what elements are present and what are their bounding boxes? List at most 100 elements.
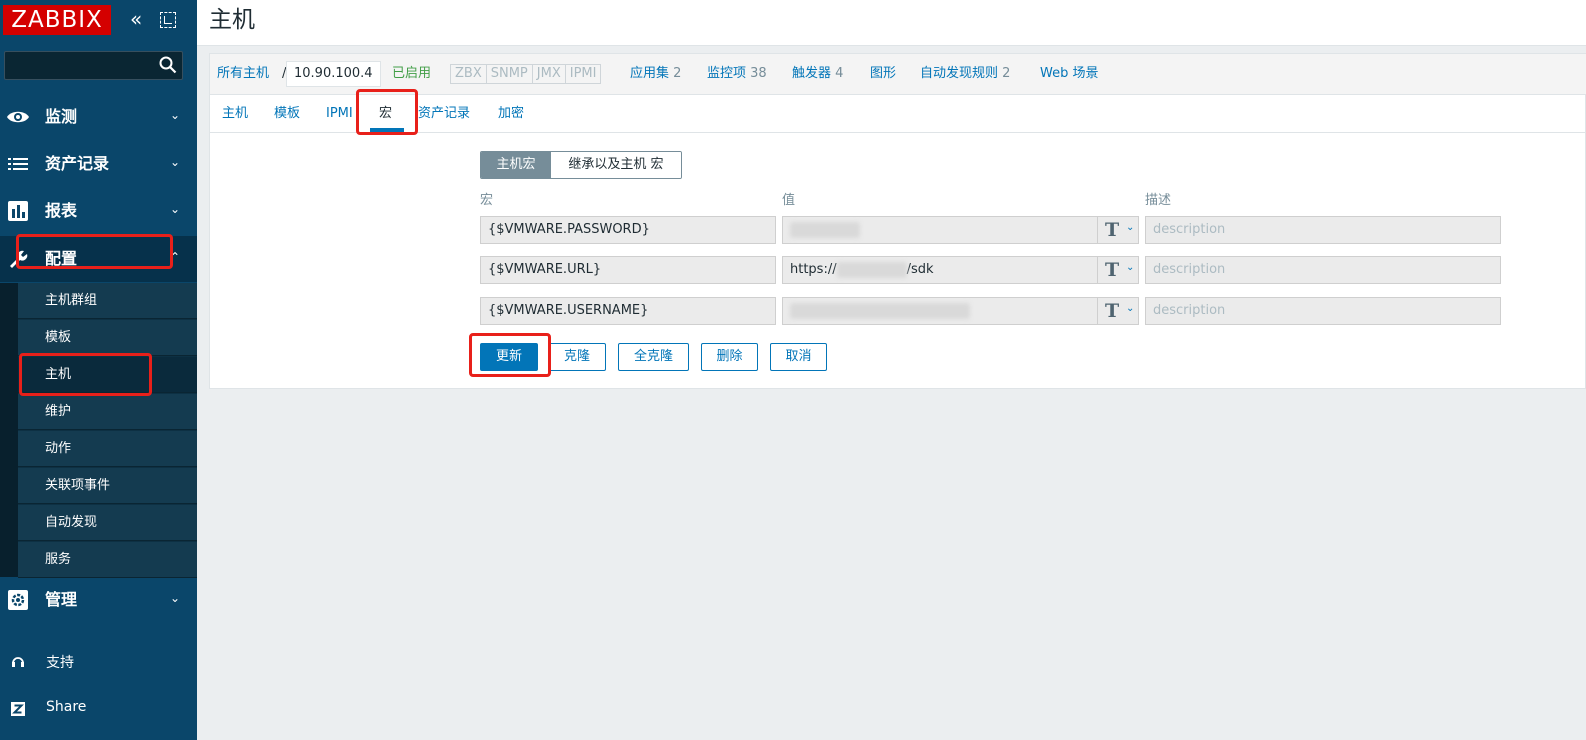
nav-reports[interactable]: 报表 ⌄ [0,188,197,234]
link-graphs[interactable]: 图形 [870,65,896,83]
macro-value-input[interactable] [782,297,1099,325]
link-label: 应用集 [630,66,670,81]
nav-administration[interactable]: 管理 ⌄ [0,577,197,623]
tab-bar: 主机 模板 IPMI 宏 资产记录 加密 [210,95,1586,133]
macro-description-input[interactable]: description [1145,297,1501,325]
sidebar-item-discovery[interactable]: 自动发现 [18,505,197,541]
tab-macros[interactable]: 宏 [379,105,392,123]
sidebar-item-actions[interactable]: 动作 [18,431,197,467]
value-text: /sdk [906,262,934,277]
tab-encryption[interactable]: 加密 [498,105,524,123]
sidebar-item-label: 主机群组 [45,293,98,308]
chevron-down-icon: ⌄ [1126,303,1135,314]
count: 4 [835,66,844,81]
chevron-down-icon: ⌄ [170,202,181,216]
toggle-inherited-macros[interactable]: 继承以及主机 宏 [551,152,681,178]
link-triggers[interactable]: 触发器 4 [792,65,843,83]
list-icon [8,158,28,170]
nav-share-label: Share [46,699,87,715]
clone-button[interactable]: 克隆 [548,343,606,371]
sidebar-item-label: 关联项事件 [45,478,111,493]
logo-row: ZABBIX « [0,0,197,44]
tab-inventory[interactable]: 资产记录 [418,105,470,123]
count: 38 [750,66,767,81]
link-label: 自动发现规则 [920,66,999,81]
count: 2 [673,66,682,81]
sidebar-item-maintenance[interactable]: 维护 [18,394,197,430]
macro-name-input[interactable]: {$VMWARE.URL} [480,256,776,284]
nav-monitoring-label: 监测 [45,107,78,126]
toggle-host-macros[interactable]: 主机宏 [481,152,551,178]
sidebar-item-templates[interactable]: 模板 [18,320,197,356]
bar-chart-icon [8,201,28,221]
sidebar-item-hosts[interactable]: 主机 [18,357,197,393]
column-header-value: 值 [782,193,796,208]
nav-monitoring[interactable]: 监测 ⌄ [0,94,197,140]
zabbix-logo[interactable]: ZABBIX [3,5,111,35]
chevron-down-icon: ⌄ [170,591,181,605]
redacted-value [790,302,970,319]
macro-description-input[interactable]: description [1145,256,1501,284]
host-form-card: 所有主机 / 10.90.100.4 已启用 ZBX SNMP JMX IPMI… [209,53,1586,389]
share-z-icon [11,702,25,716]
macro-name-input[interactable]: {$VMWARE.PASSWORD} [480,216,776,244]
chevron-down-icon: ⌄ [170,155,181,169]
sidebar-item-services[interactable]: 服务 [18,542,197,578]
nav-configuration-label: 配置 [45,249,78,268]
count: 2 [1002,66,1011,81]
cancel-button[interactable]: 取消 [770,343,827,371]
nav-inventory[interactable]: 资产记录 ⌄ [0,141,197,187]
link-web-scenarios[interactable]: Web 场景 [1040,65,1098,83]
active-tab-indicator [370,128,404,132]
text-type-icon: T [1105,219,1120,241]
link-items[interactable]: 监控项 38 [707,65,767,83]
configuration-submenu: 主机群组 模板 主机 维护 动作 关联项事件 自动发现 服务 [0,283,197,578]
sidebar-item-host-groups[interactable]: 主机群组 [18,283,197,319]
value-text: https:// [790,262,837,277]
nav-reports-label: 报表 [45,201,78,220]
link-applications[interactable]: 应用集 2 [630,65,681,83]
macro-value-input[interactable] [782,216,1099,244]
macro-row: {$VMWARE.USERNAME} T ⌄ description [480,297,1501,325]
macro-value-input[interactable]: https:// /sdk [782,256,1099,284]
chevron-up-icon: ⌃ [170,250,181,264]
nav-configuration[interactable]: 配置 ⌃ [0,236,197,282]
nav-share[interactable]: Share [0,689,197,729]
sidebar-item-label: 自动发现 [45,515,98,530]
value-type-dropdown[interactable]: T ⌄ [1097,297,1139,325]
value-type-dropdown[interactable]: T ⌄ [1097,216,1139,244]
sidebar-item-label: 主机 [45,367,72,382]
status-badge[interactable]: 已启用 [392,65,431,83]
macro-row: {$VMWARE.PASSWORD} T ⌄ description [480,216,1501,244]
sidebar-item-label: 维护 [45,404,72,419]
tab-ipmi[interactable]: IPMI [326,105,353,123]
macro-view-toggle: 主机宏 继承以及主机 宏 [480,151,682,179]
tab-templates[interactable]: 模板 [274,105,300,123]
breadcrumb-all-hosts[interactable]: 所有主机 [217,65,269,83]
collapse-sidebar-icon[interactable]: « [130,9,148,30]
sidebar-item-label: 动作 [45,441,72,456]
macro-name-input[interactable]: {$VMWARE.USERNAME} [480,297,776,325]
link-discovery-rules[interactable]: 自动发现规则 2 [920,65,1010,83]
sidebar-item-event-correlation[interactable]: 关联项事件 [18,468,197,504]
macro-description-input[interactable]: description [1145,216,1501,244]
update-button[interactable]: 更新 [480,343,538,371]
sidebar-item-label: 服务 [45,552,72,567]
eye-icon [7,111,29,123]
nav-administration-label: 管理 [45,590,78,609]
nav-support[interactable]: 支持 [0,642,197,682]
tab-host[interactable]: 主机 [222,105,248,123]
link-label: 触发器 [792,66,832,81]
gear-icon [8,590,28,610]
availability-indicators: ZBX SNMP JMX IPMI [450,64,602,84]
link-label: 监控项 [707,66,747,81]
delete-button[interactable]: 删除 [701,343,758,371]
value-type-dropdown[interactable]: T ⌄ [1097,256,1139,284]
chevron-down-icon: ⌄ [1126,222,1135,233]
breadcrumb: 所有主机 / 10.90.100.4 已启用 ZBX SNMP JMX IPMI… [210,54,1586,95]
search-icon[interactable] [159,56,177,74]
kiosk-mode-icon[interactable] [160,12,176,28]
breadcrumb-host[interactable]: 10.90.100.4 [286,61,381,87]
full-clone-button[interactable]: 全克隆 [618,343,689,371]
search-input[interactable] [4,51,183,80]
